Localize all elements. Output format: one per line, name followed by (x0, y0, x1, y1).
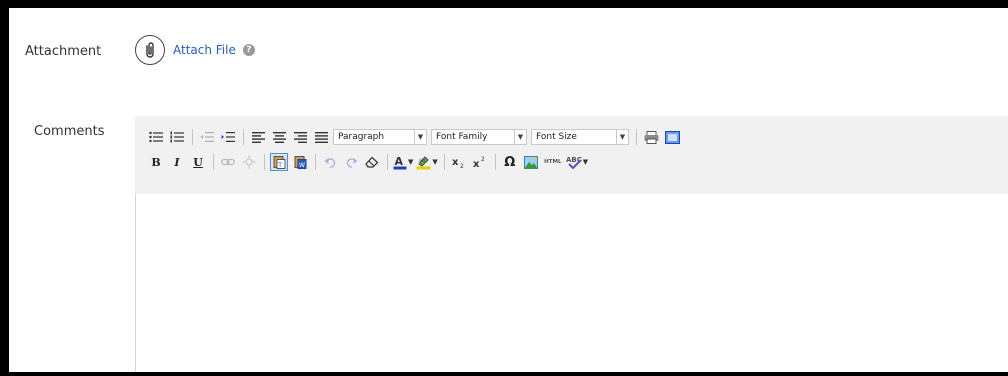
align-justify-icon (314, 131, 328, 143)
editor-toolbar: Paragraph ▼ Font Family ▼ Font Size ▼ B … (135, 116, 1008, 194)
svg-text:2: 2 (460, 163, 464, 168)
help-icon[interactable]: ? (242, 44, 255, 56)
bullet-list-button[interactable] (147, 128, 165, 146)
toolbar-row-2: B I U T W A ▼ ab ▼ x 2 x 2 Ω HTML ABC ▼ (147, 151, 1008, 173)
italic-button[interactable]: I (168, 153, 186, 171)
paste-text-icon: T (273, 156, 285, 169)
html-source-button[interactable]: HTML (543, 153, 563, 171)
align-center-button[interactable] (270, 128, 288, 146)
numbered-list-button[interactable] (168, 128, 186, 146)
format-select-value: Paragraph (338, 132, 385, 142)
svg-text:W: W (299, 162, 305, 169)
font-size-select-value: Font Size (536, 132, 577, 142)
toolbar-separator (243, 129, 244, 145)
toolbar-separator (443, 154, 445, 170)
align-left-icon (251, 131, 265, 143)
text-color-button[interactable]: A ▼ (393, 155, 413, 170)
unlink-button[interactable] (240, 153, 258, 171)
attach-file-link[interactable]: Attach File (173, 43, 236, 57)
paperclip-icon (146, 42, 154, 58)
paste-text-button[interactable]: T (270, 153, 288, 171)
chevron-down-icon: ▼ (432, 158, 438, 166)
bullet-list-icon (149, 131, 163, 143)
subscript-icon: x2 (452, 157, 464, 168)
outdent-icon (200, 132, 214, 142)
printer-icon (644, 130, 658, 144)
font-family-select-value: Font Family (436, 132, 488, 142)
form-panel: Attachment Attach File ? Comments Paragr… (9, 8, 1008, 372)
format-select[interactable]: Paragraph ▼ (333, 129, 427, 145)
redo-button[interactable] (342, 153, 360, 171)
subscript-button[interactable]: x2 (450, 153, 468, 171)
toolbar-separator (494, 154, 496, 170)
comments-label: Comments (34, 124, 105, 139)
numbered-list-icon (170, 131, 184, 143)
chevron-down-icon: ▼ (414, 130, 426, 144)
paste-word-button[interactable]: W (291, 153, 309, 171)
svg-text:T: T (277, 162, 282, 169)
undo-button[interactable] (321, 153, 339, 171)
fullscreen-icon (664, 130, 680, 144)
align-justify-button[interactable] (312, 128, 330, 146)
special-character-button[interactable]: Ω (501, 153, 519, 171)
clear-formatting-button[interactable] (363, 153, 381, 171)
chevron-down-icon: ▼ (408, 158, 414, 166)
print-button[interactable] (642, 128, 660, 146)
svg-text:A: A (395, 155, 404, 168)
undo-icon (324, 157, 335, 168)
font-size-select[interactable]: Font Size ▼ (531, 129, 629, 145)
paste-word-icon: W (294, 156, 306, 169)
svg-text:x: x (473, 159, 480, 168)
superscript-button[interactable]: x2 (471, 153, 489, 171)
toolbar-separator (315, 154, 316, 170)
svg-text:2: 2 (481, 156, 485, 163)
insert-image-button[interactable] (522, 153, 540, 171)
align-right-button[interactable] (291, 128, 309, 146)
rich-text-editor: Paragraph ▼ Font Family ▼ Font Size ▼ B … (135, 116, 1008, 372)
redo-icon (346, 157, 357, 168)
image-icon (523, 155, 538, 169)
toolbar-separator (213, 154, 214, 170)
fullscreen-button[interactable] (663, 128, 681, 146)
attachment-label: Attachment (25, 44, 102, 59)
insert-link-button[interactable] (219, 153, 237, 171)
font-family-select[interactable]: Font Family ▼ (431, 129, 527, 145)
toolbar-separator (264, 154, 265, 170)
bold-button[interactable]: B (147, 153, 165, 171)
align-left-button[interactable] (249, 128, 267, 146)
chevron-down-icon: ▼ (514, 130, 526, 144)
indent-button[interactable] (219, 128, 237, 146)
text-color-icon: A (393, 155, 407, 169)
underline-button[interactable]: U (189, 153, 207, 171)
chevron-down-icon: ▼ (616, 130, 628, 144)
toolbar-separator (387, 154, 388, 170)
svg-text:x: x (452, 157, 459, 168)
align-right-icon (293, 131, 307, 143)
toolbar-separator (636, 129, 637, 145)
spellcheck-icon: ABC (566, 156, 582, 169)
spellcheck-button[interactable]: ABC ▼ (566, 155, 588, 169)
unlink-icon (242, 155, 256, 169)
outdent-button[interactable] (198, 128, 216, 146)
align-center-icon (272, 131, 286, 143)
attachment-control: Attach File ? (135, 35, 255, 65)
highlight-icon: ab (416, 155, 431, 169)
svg-text:ab: ab (419, 158, 425, 164)
attach-file-button[interactable] (135, 35, 165, 65)
toolbar-row-1: Paragraph ▼ Font Family ▼ Font Size ▼ (147, 126, 1008, 148)
highlight-color-button[interactable]: ab ▼ (416, 155, 438, 170)
link-icon (221, 158, 235, 166)
toolbar-separator (192, 129, 193, 145)
superscript-icon: x2 (473, 156, 485, 168)
comments-editor-body[interactable] (135, 194, 1008, 372)
eraser-icon (365, 156, 379, 168)
indent-icon (221, 132, 235, 142)
chevron-down-icon: ▼ (582, 158, 589, 166)
